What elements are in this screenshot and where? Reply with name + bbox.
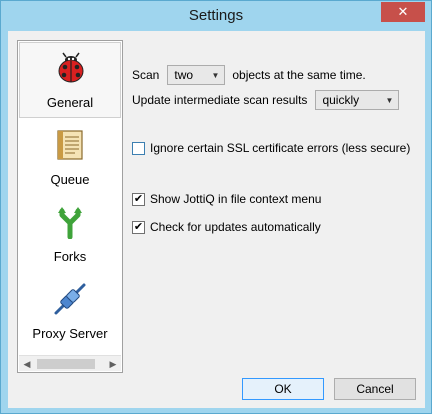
update-results-label: Update intermediate scan results <box>132 93 308 107</box>
sidebar-item-label: Forks <box>53 249 87 264</box>
auto-update-label: Check for updates automatically <box>150 220 321 234</box>
title-bar[interactable]: Settings ✕ <box>1 1 431 31</box>
proxy-plug-icon <box>54 283 86 315</box>
update-speed-value: quickly <box>322 93 360 107</box>
scroll-right-icon[interactable]: ▶ <box>108 359 118 369</box>
settings-window: Settings ✕ General Queue Forks Proxy Ser… <box>0 0 432 414</box>
close-button[interactable]: ✕ <box>381 2 425 22</box>
scan-row: Scan two ▼ objects at the same time. <box>132 64 366 86</box>
context-menu-row[interactable]: ✔ Show JottiQ in file context menu <box>132 188 321 210</box>
scan-prefix-label: Scan <box>132 68 160 82</box>
chevron-down-icon: ▼ <box>211 70 220 80</box>
sidebar-item-label: General <box>46 95 94 110</box>
dialog-client-area: General Queue Forks Proxy Server ◀ ▶ Sca… <box>8 31 425 408</box>
window-title: Settings <box>188 7 244 24</box>
context-menu-checkbox[interactable]: ✔ <box>132 192 145 206</box>
scan-count-select[interactable]: two ▼ <box>167 65 226 85</box>
scan-count-value: two <box>174 68 194 82</box>
queue-list-icon <box>57 130 83 160</box>
ssl-errors-checkbox[interactable] <box>132 141 145 155</box>
scan-suffix-label: objects at the same time. <box>232 68 366 82</box>
settings-sidebar: General Queue Forks Proxy Server ◀ ▶ <box>17 40 123 373</box>
sidebar-horizontal-scrollbar[interactable]: ◀ ▶ <box>19 355 121 371</box>
sidebar-item-queue[interactable]: Queue <box>19 120 121 196</box>
update-row: Update intermediate scan results quickly… <box>132 89 400 111</box>
fork-icon <box>58 207 82 239</box>
chevron-down-icon: ▼ <box>385 95 394 105</box>
general-settings-panel: Scan two ▼ objects at the same time. Upd… <box>128 31 425 376</box>
close-icon: ✕ <box>397 4 409 19</box>
checkmark-icon: ✔ <box>133 220 144 233</box>
scroll-thumb[interactable] <box>37 359 95 369</box>
ssl-row[interactable]: Ignore certain SSL certificate errors (l… <box>132 137 410 159</box>
sidebar-item-label: Proxy Server <box>32 326 108 341</box>
context-menu-label: Show JottiQ in file context menu <box>150 192 322 206</box>
auto-update-row[interactable]: ✔ Check for updates automatically <box>132 216 321 238</box>
sidebar-item-label: Queue <box>50 172 90 187</box>
auto-update-checkbox[interactable]: ✔ <box>132 220 145 234</box>
sidebar-item-forks[interactable]: Forks <box>19 197 121 273</box>
ladybug-icon <box>58 52 84 83</box>
sidebar-item-general[interactable]: General <box>19 42 121 118</box>
checkmark-icon: ✔ <box>133 192 144 205</box>
ok-button[interactable]: OK <box>242 378 324 400</box>
sidebar-item-proxy-server[interactable]: Proxy Server <box>19 274 121 350</box>
scroll-left-icon[interactable]: ◀ <box>22 359 32 369</box>
ssl-errors-label: Ignore certain SSL certificate errors (l… <box>150 141 411 155</box>
update-speed-select[interactable]: quickly ▼ <box>315 90 400 110</box>
cancel-button[interactable]: Cancel <box>334 378 416 400</box>
